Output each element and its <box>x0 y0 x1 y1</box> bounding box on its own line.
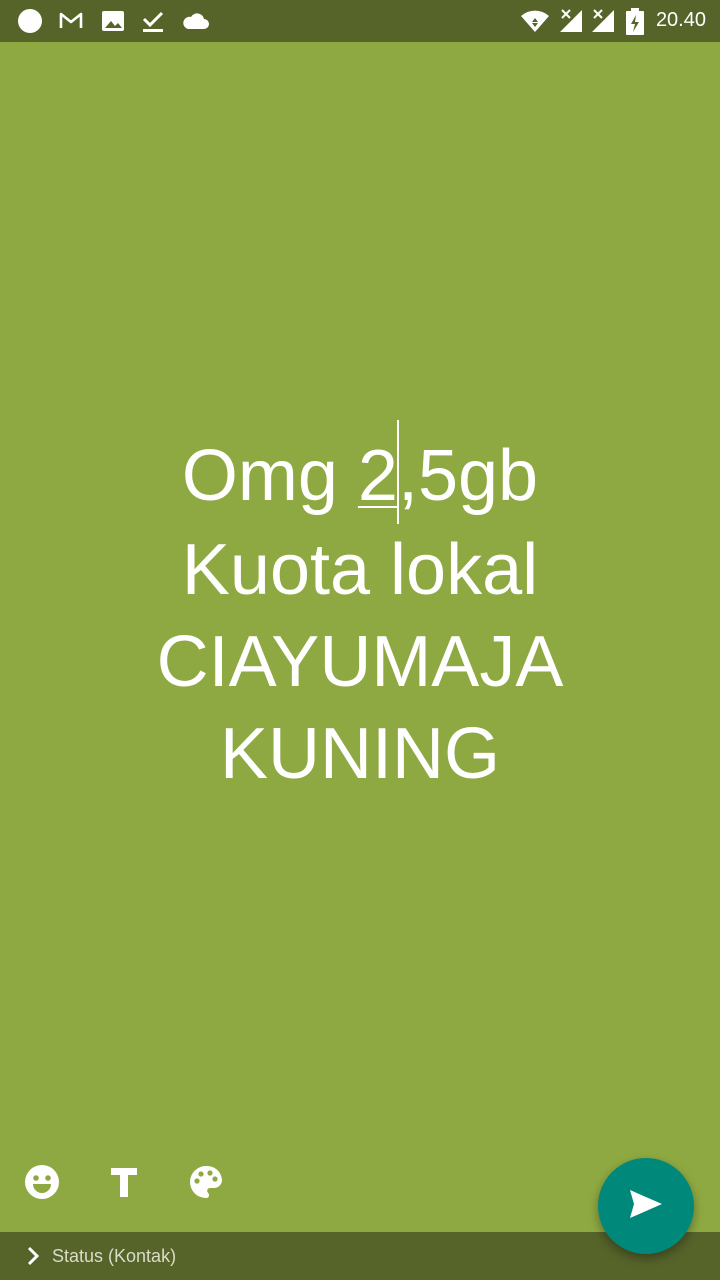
text-line-1: Omg 2,5gb <box>0 420 720 524</box>
send-button[interactable] <box>598 1158 694 1254</box>
chevron-right-icon <box>22 1244 44 1268</box>
cloud-icon <box>180 8 209 34</box>
circle-icon <box>17 8 43 34</box>
palette-icon <box>188 1164 224 1205</box>
text-font-button[interactable] <box>100 1160 148 1208</box>
wifi-icon <box>520 8 549 34</box>
signal-no-data-icon <box>590 8 616 34</box>
gmail-icon <box>58 8 84 34</box>
composing-underline: 2 <box>357 436 398 516</box>
text-line-4: KUNING <box>219 714 501 794</box>
battery-charging-icon <box>625 8 645 35</box>
text-format-icon <box>109 1166 139 1203</box>
download-done-icon <box>140 8 166 34</box>
text-line-2: Kuota lokal <box>181 530 539 610</box>
text-line-3: CIAYUMAJA <box>156 622 564 702</box>
signal-no-data-icon <box>558 8 584 34</box>
status-audience-label: Status (Kontak) <box>52 1246 177 1266</box>
send-icon <box>628 1188 664 1225</box>
status-bar: 20.40 <box>0 0 720 42</box>
clock: 20.40 <box>655 9 706 31</box>
gallery-icon <box>100 8 126 34</box>
background-color-button[interactable] <box>182 1160 230 1208</box>
status-text-input[interactable]: Omg 2,5gb Kuota lokal CIAYUMAJA KUNING <box>0 420 720 800</box>
emoji-button[interactable] <box>18 1160 66 1208</box>
emoji-icon <box>24 1164 60 1205</box>
